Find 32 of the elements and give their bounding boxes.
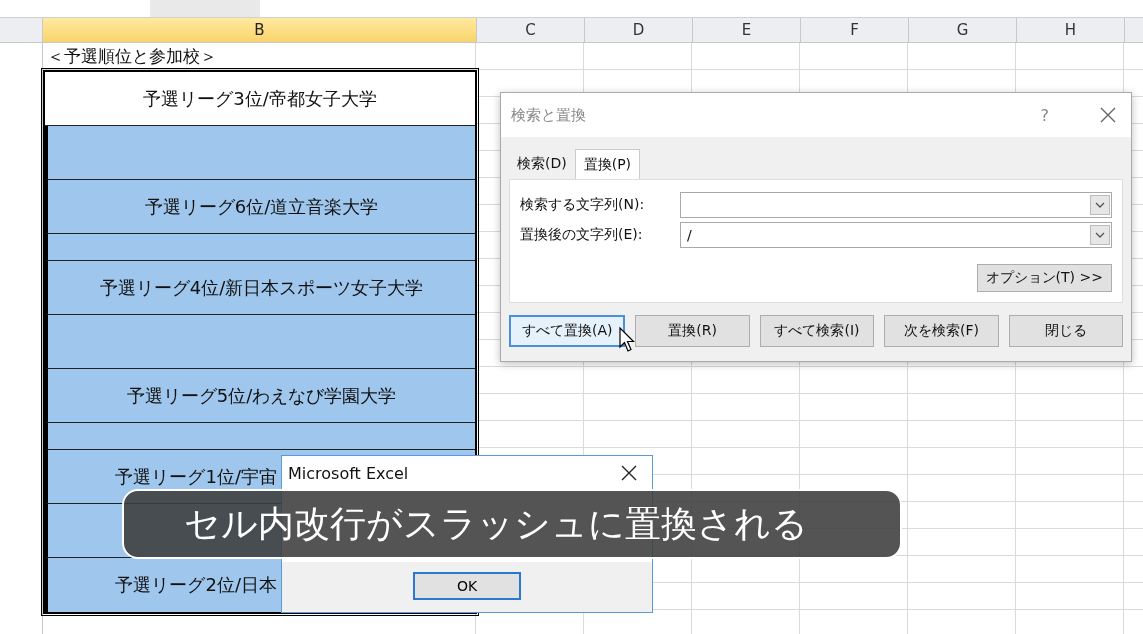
dialog-button[interactable]: 置換(R) bbox=[635, 315, 750, 347]
dialog-title: 検索と置換 bbox=[511, 105, 587, 125]
column-header[interactable]: E bbox=[693, 18, 801, 42]
column-header[interactable]: G bbox=[909, 18, 1017, 42]
field-label: 置換後の文字列(E): bbox=[520, 226, 644, 244]
column-header[interactable]: B bbox=[43, 18, 477, 42]
help-button[interactable]: ? bbox=[1040, 105, 1049, 125]
column-header[interactable]: H bbox=[1017, 18, 1125, 42]
close-icon[interactable] bbox=[620, 464, 638, 482]
combo-field[interactable] bbox=[680, 192, 1112, 218]
column-header[interactable]: D bbox=[585, 18, 693, 42]
tab[interactable]: 置換(P) bbox=[574, 149, 641, 179]
table-cell: 予選リーグ6位/道立音楽大学 bbox=[45, 180, 475, 234]
video-caption: セル内改行がスラッシュに置換される bbox=[122, 489, 902, 559]
dialog-button[interactable]: すべて検索(I) bbox=[759, 315, 875, 347]
cursor-icon bbox=[619, 327, 635, 353]
sheet-title: ＜予選順位と参加校＞ bbox=[47, 45, 217, 68]
combo-field[interactable]: / bbox=[680, 222, 1112, 248]
dialog-button[interactable]: 次を検索(F) bbox=[884, 315, 999, 347]
dialog-title: Microsoft Excel bbox=[288, 463, 409, 483]
column-header[interactable]: F bbox=[801, 18, 909, 42]
dialog-button[interactable]: すべて置換(A) bbox=[509, 315, 626, 347]
column-header[interactable]: C bbox=[477, 18, 585, 42]
dropdown-icon[interactable] bbox=[1090, 195, 1110, 215]
options-button[interactable]: オプション(T) >> bbox=[976, 264, 1112, 292]
table-cell: 予選リーグ4位/新日本スポーツ女子大学 bbox=[45, 261, 475, 315]
dropdown-icon[interactable] bbox=[1090, 225, 1110, 245]
ok-button[interactable]: OK bbox=[413, 572, 521, 600]
field-label: 検索する文字列(N): bbox=[520, 196, 646, 214]
table-cell: 予選リーグ5位/わえなび学園大学 bbox=[45, 369, 475, 423]
tab[interactable]: 検索(D) bbox=[509, 149, 575, 179]
dialog-button[interactable]: 閉じる bbox=[1008, 315, 1124, 347]
